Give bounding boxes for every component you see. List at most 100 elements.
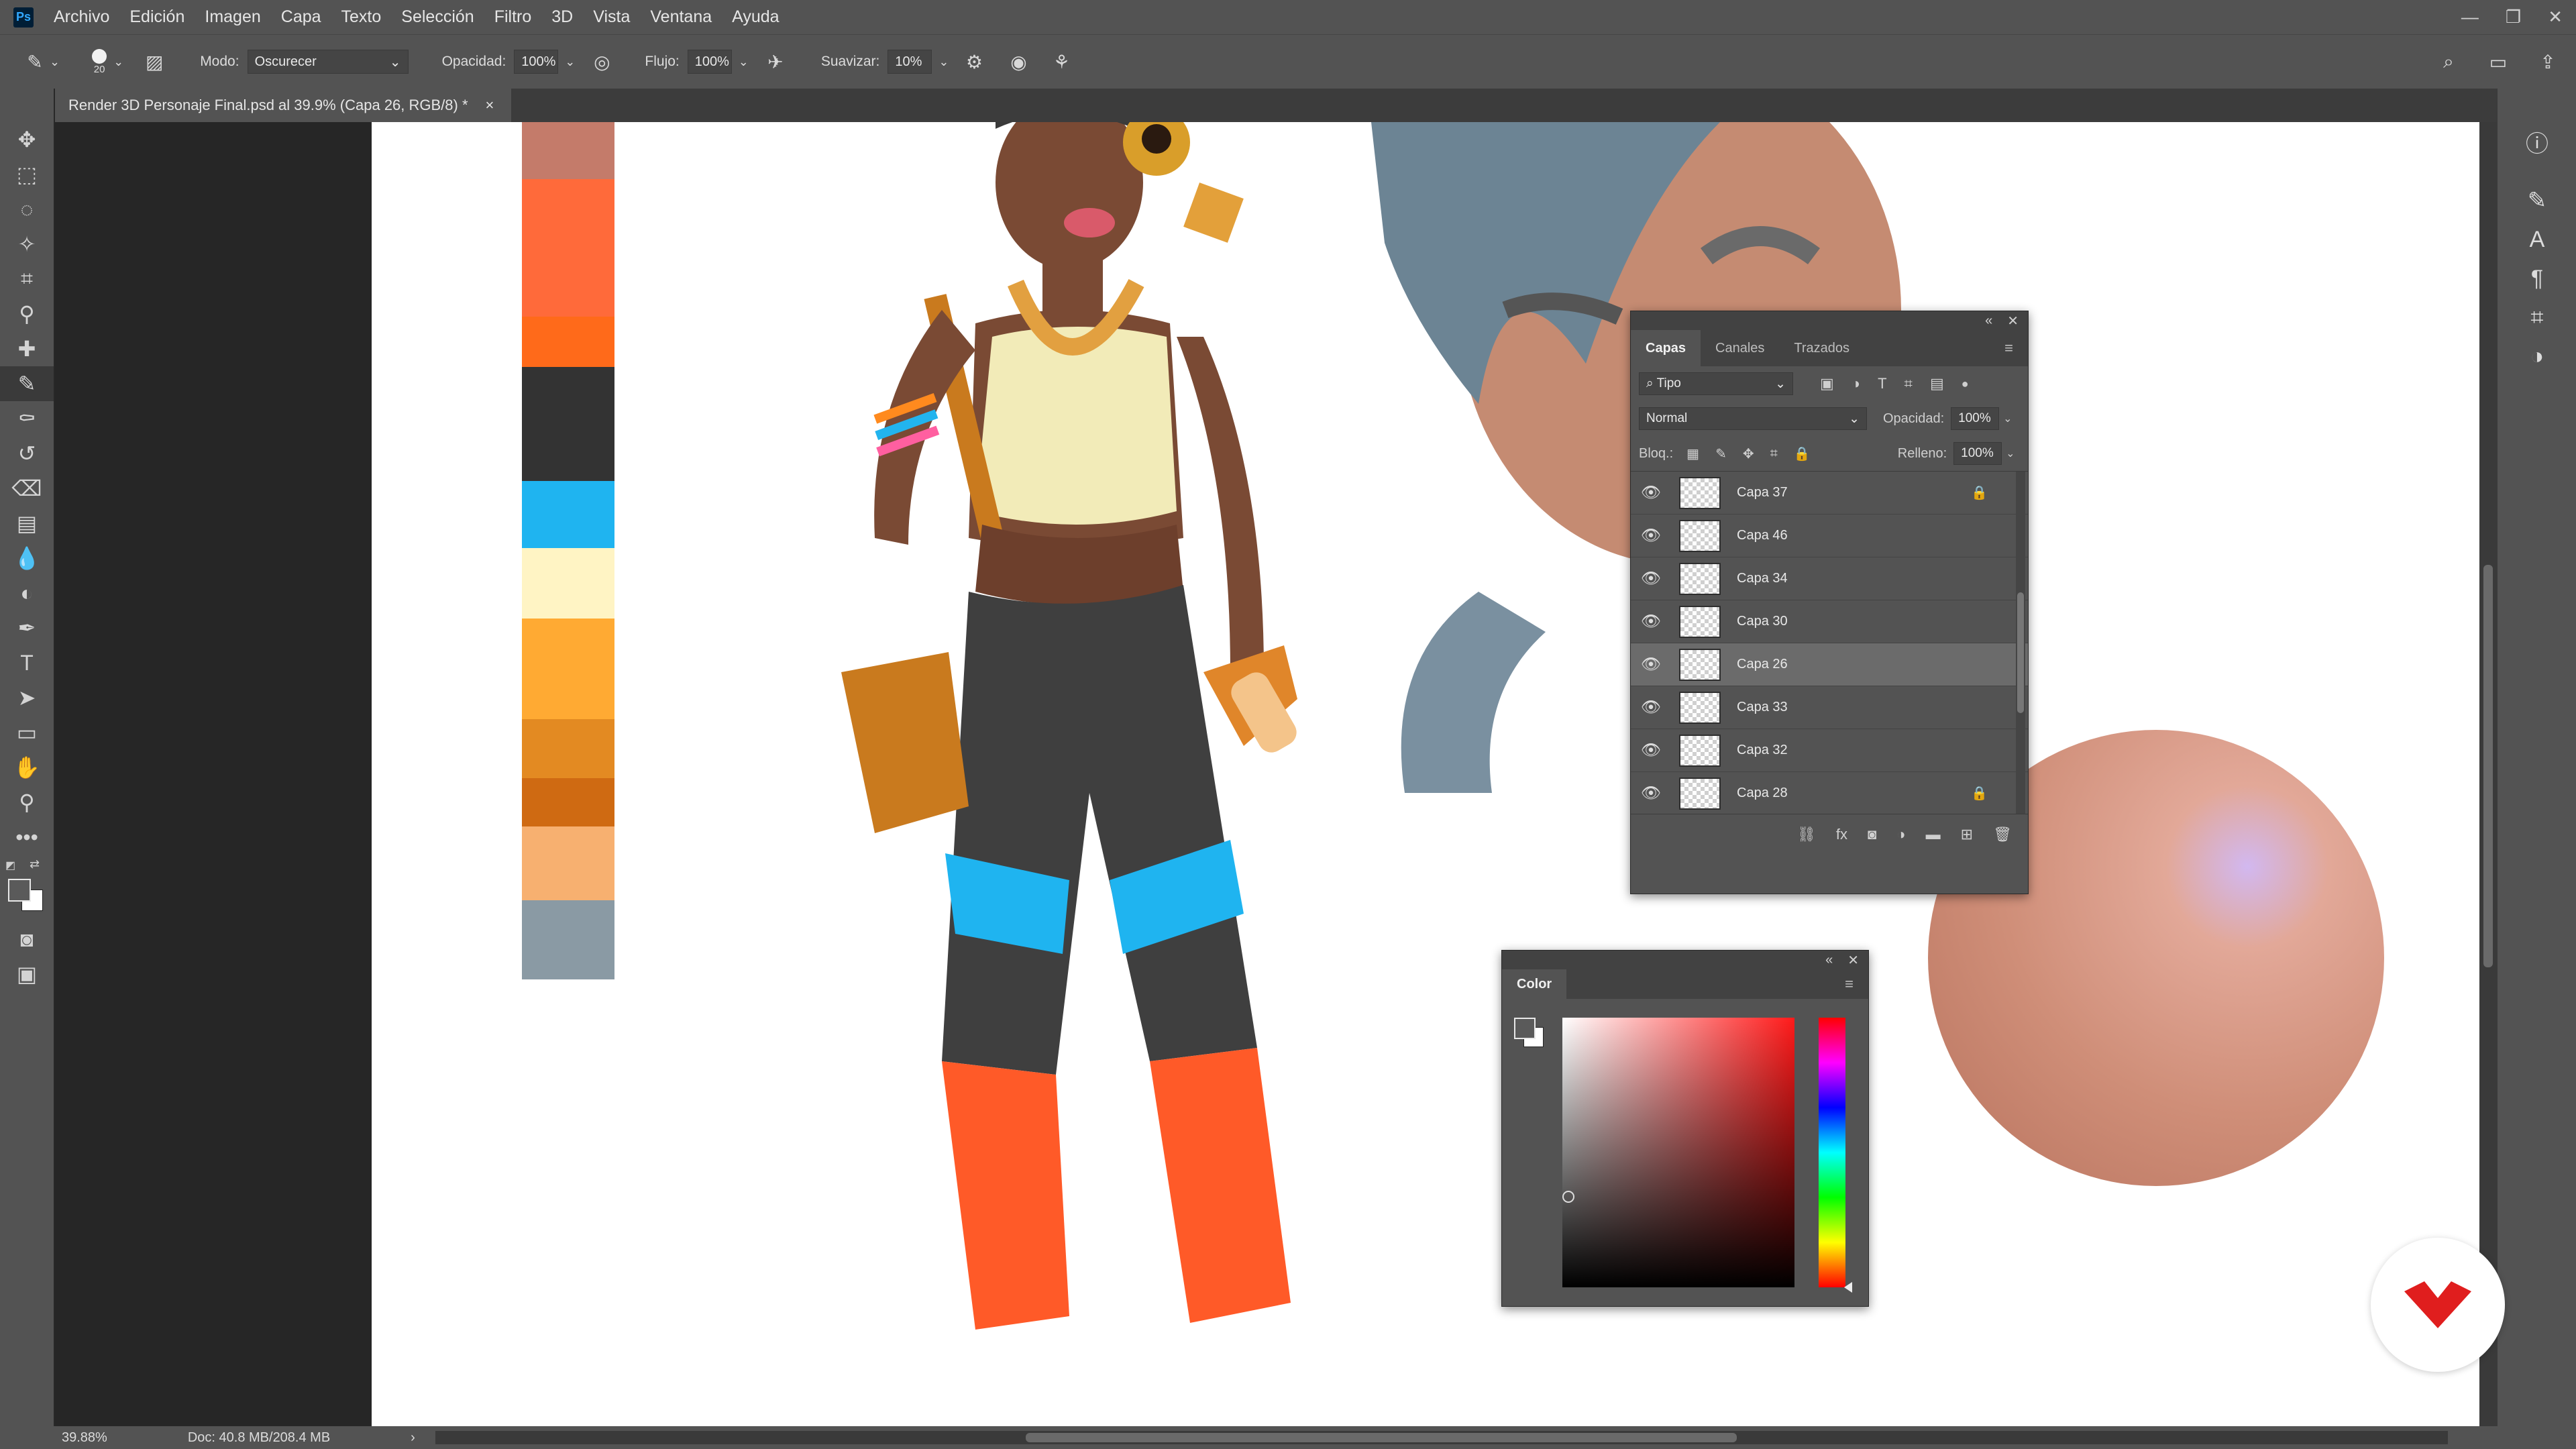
delete-layer-icon[interactable]: 🗑 [1993, 826, 2012, 843]
layer-name[interactable]: Capa 32 [1737, 743, 1788, 758]
menu-vista[interactable]: Vista [593, 7, 630, 27]
foreground-color-swatch[interactable] [8, 879, 31, 902]
visibility-eye-icon[interactable]: 👁 [1631, 483, 1671, 502]
filter-adjustment-icon[interactable]: ◑ [1851, 375, 1860, 392]
paragraph-icon[interactable]: ¶ [2498, 259, 2576, 298]
layer-name[interactable]: Capa 33 [1737, 700, 1788, 715]
tab-canales[interactable]: Canales [1701, 330, 1779, 366]
minimize-icon[interactable]: — [2461, 7, 2479, 28]
close-panel-icon[interactable]: ✕ [1847, 952, 1859, 969]
restore-icon[interactable]: ❐ [2506, 7, 2521, 28]
stamp-tool-icon[interactable]: ⚰ [0, 401, 54, 436]
visibility-eye-icon[interactable]: 👁 [1631, 569, 1671, 588]
layer-row[interactable]: 👁 Capa 28 🔒 [1631, 772, 2028, 814]
layer-filter-select[interactable]: ⌕ Tipo ⌄ [1639, 372, 1793, 395]
color-picker-cursor[interactable] [1562, 1191, 1574, 1203]
lasso-tool-icon[interactable]: ◌ [0, 192, 54, 227]
layer-style-fx-icon[interactable]: fx [1836, 826, 1847, 843]
layer-name[interactable]: Capa 46 [1737, 528, 1788, 543]
layer-name[interactable]: Capa 26 [1737, 657, 1788, 672]
close-window-icon[interactable]: ✕ [2548, 7, 2563, 28]
tab-capas[interactable]: Capas [1631, 330, 1701, 366]
photoshop-logo-icon[interactable]: Ps [13, 7, 34, 28]
layer-row[interactable]: 👁 Capa 37 🔒 [1631, 472, 2028, 515]
collapse-panel-icon[interactable]: « [1825, 953, 1833, 968]
menu-imagen[interactable]: Imagen [205, 7, 260, 27]
glyphs-icon[interactable]: ⌗ [2498, 298, 2576, 337]
panel-menu-icon[interactable]: ≡ [1990, 330, 2028, 366]
layer-row[interactable]: 👁 Capa 30 [1631, 600, 2028, 643]
horizontal-scroll-thumb[interactable] [1025, 1433, 1737, 1442]
document-info[interactable]: Doc: 40.8 MB/208.4 MB [188, 1430, 330, 1446]
menu-capa[interactable]: Capa [281, 7, 321, 27]
brush-tool-preset-icon[interactable]: ✎ [23, 50, 47, 74]
filter-shape-icon[interactable]: ⌗ [1904, 375, 1913, 392]
search-icon[interactable]: ⌕ [2436, 50, 2461, 74]
layers-scroll-thumb[interactable] [2017, 592, 2024, 713]
layer-row[interactable]: 👁 Capa 32 [1631, 729, 2028, 772]
new-layer-icon[interactable]: ⊞ [1961, 826, 1973, 843]
add-mask-icon[interactable]: ◙ [1868, 826, 1876, 843]
menu-texto[interactable]: Texto [341, 7, 382, 27]
hue-slider[interactable] [1819, 1018, 1845, 1287]
filter-type-icon[interactable]: T [1878, 375, 1886, 392]
layer-thumbnail[interactable] [1679, 734, 1721, 767]
menu-seleccion[interactable]: Selección [401, 7, 474, 27]
visibility-eye-icon[interactable]: 👁 [1631, 784, 1671, 803]
visibility-eye-icon[interactable]: 👁 [1631, 655, 1671, 674]
history-brush-tool-icon[interactable]: ↺ [0, 436, 54, 471]
close-panel-icon[interactable]: ✕ [2007, 313, 2019, 329]
layer-thumbnail[interactable] [1679, 777, 1721, 810]
more-tools-icon[interactable]: ••• [0, 820, 54, 855]
adjustments-icon[interactable]: ◑ [2498, 337, 2576, 376]
hand-tool-icon[interactable]: ✋ [0, 750, 54, 785]
new-group-icon[interactable]: ▬ [1926, 826, 1941, 843]
brush-size-picker[interactable]: 20 [92, 48, 107, 75]
marquee-tool-icon[interactable]: ⬚ [0, 157, 54, 192]
magic-wand-tool-icon[interactable]: ✧ [0, 227, 54, 262]
panel-menu-icon[interactable]: ≡ [1830, 969, 1868, 999]
preset-dropdown-icon[interactable]: ⌄ [50, 55, 60, 69]
pressure-size-icon[interactable]: ◉ [1006, 50, 1030, 74]
quick-mask-icon[interactable]: ◙ [0, 922, 54, 957]
opacity-dropdown-icon[interactable]: ⌄ [565, 55, 575, 69]
layer-thumbnail[interactable] [1679, 605, 1721, 638]
blur-tool-icon[interactable]: 💧 [0, 541, 54, 576]
filter-smart-object-icon[interactable]: ▤ [1930, 375, 1944, 392]
canvas-area[interactable] [55, 122, 2497, 1426]
move-tool-icon[interactable]: ✥ [0, 122, 54, 157]
gear-icon[interactable]: ⚙ [962, 50, 986, 74]
layer-row[interactable]: 👁 Capa 46 [1631, 515, 2028, 557]
flow-dropdown-icon[interactable]: ⌄ [739, 55, 749, 69]
healing-tool-icon[interactable]: ✚ [0, 331, 54, 366]
layer-thumbnail[interactable] [1679, 648, 1721, 681]
saturation-value-field[interactable] [1562, 1018, 1794, 1287]
visibility-eye-icon[interactable]: 👁 [1631, 698, 1671, 717]
zoom-level[interactable]: 39.88% [62, 1430, 107, 1446]
share-icon[interactable]: ⇪ [2536, 50, 2560, 74]
eraser-tool-icon[interactable]: ⌫ [0, 471, 54, 506]
menu-edicion[interactable]: Edición [129, 7, 184, 27]
menu-3d[interactable]: 3D [551, 7, 573, 27]
swap-colors-icon[interactable]: ⇄ [30, 857, 40, 871]
flow-input[interactable]: 100% [687, 50, 732, 74]
eyedropper-tool-icon[interactable]: ⚲ [0, 297, 54, 331]
document-canvas[interactable] [372, 122, 2497, 1426]
layer-row[interactable]: 👁 Capa 26 [1631, 643, 2028, 686]
pressure-opacity-icon[interactable]: ◎ [590, 50, 614, 74]
gradient-tool-icon[interactable]: ▤ [0, 506, 54, 541]
layer-row[interactable]: 👁 Capa 33 [1631, 686, 2028, 729]
path-selection-tool-icon[interactable]: ➤ [0, 680, 54, 715]
layer-thumbnail[interactable] [1679, 562, 1721, 595]
crop-tool-icon[interactable]: ⌗ [0, 262, 54, 297]
lock-image-icon[interactable]: ✎ [1715, 445, 1727, 462]
rectangle-tool-icon[interactable]: ▭ [0, 715, 54, 750]
character-icon[interactable]: A [2498, 220, 2576, 259]
layer-name[interactable]: Capa 28 [1737, 786, 1788, 801]
smoothing-dropdown-icon[interactable]: ⌄ [938, 55, 949, 69]
layer-name[interactable]: Capa 30 [1737, 614, 1788, 629]
tab-trazados[interactable]: Trazados [1779, 330, 1864, 366]
layer-row[interactable]: 👁 Capa 34 [1631, 557, 2028, 600]
vertical-scroll-thumb[interactable] [2483, 565, 2493, 967]
lock-artboard-icon[interactable]: ⌗ [1770, 446, 1778, 462]
